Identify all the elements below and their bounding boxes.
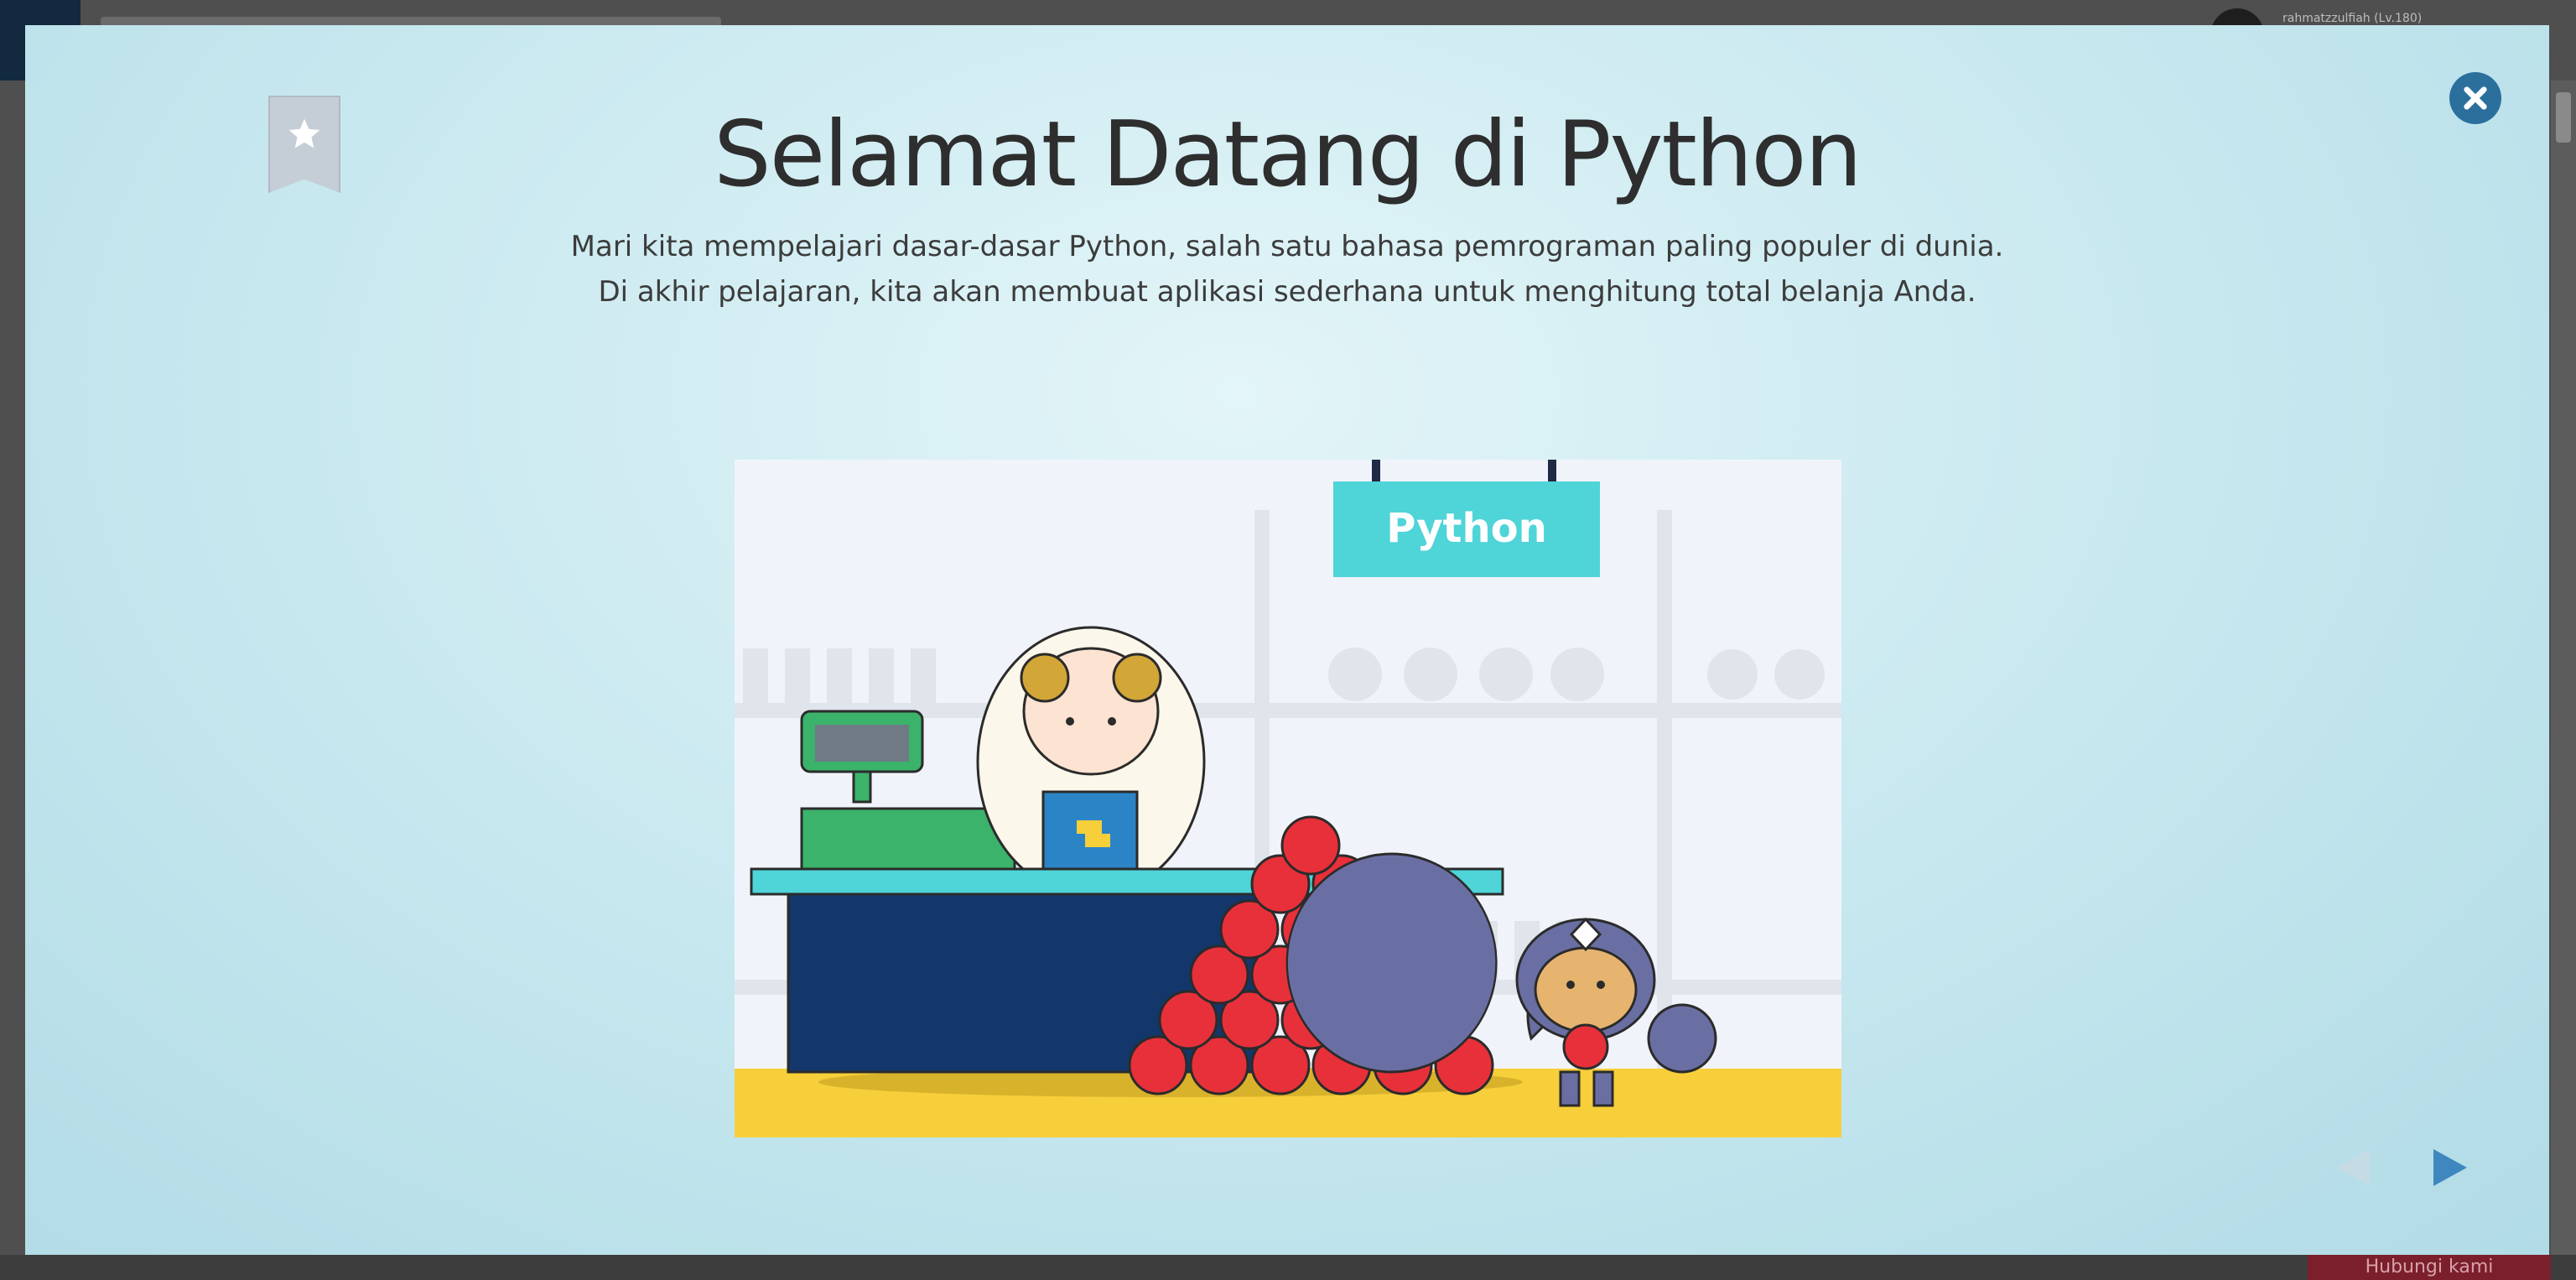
user-name: rahmatzzulfiah (Lv.180) bbox=[2283, 12, 2423, 25]
modal-title: Selamat Datang di Python bbox=[714, 102, 1862, 207]
modal-description-line2: Di akhir pelajaran, kita akan membuat ap… bbox=[598, 275, 1976, 309]
page-scrollbar-thumb bbox=[2556, 92, 2571, 143]
triangle-right-icon bbox=[2433, 1149, 2467, 1186]
lesson-illustration: Python bbox=[735, 460, 1841, 1137]
python-sign-text: Python bbox=[1386, 505, 1547, 552]
welcome-modal: Selamat Datang di Python Mari kita mempe… bbox=[25, 25, 2549, 1255]
background-footer bbox=[0, 1255, 2576, 1280]
triangle-left-icon bbox=[2336, 1149, 2370, 1186]
contact-button: Hubungi kami bbox=[2308, 1255, 2551, 1280]
page-scrollbar bbox=[2551, 81, 2576, 1255]
modal-description-line1: Mari kita mempelajari dasar-dasar Python… bbox=[570, 230, 2004, 263]
previous-slide-button[interactable] bbox=[2333, 1146, 2373, 1189]
next-slide-button[interactable] bbox=[2430, 1146, 2470, 1189]
